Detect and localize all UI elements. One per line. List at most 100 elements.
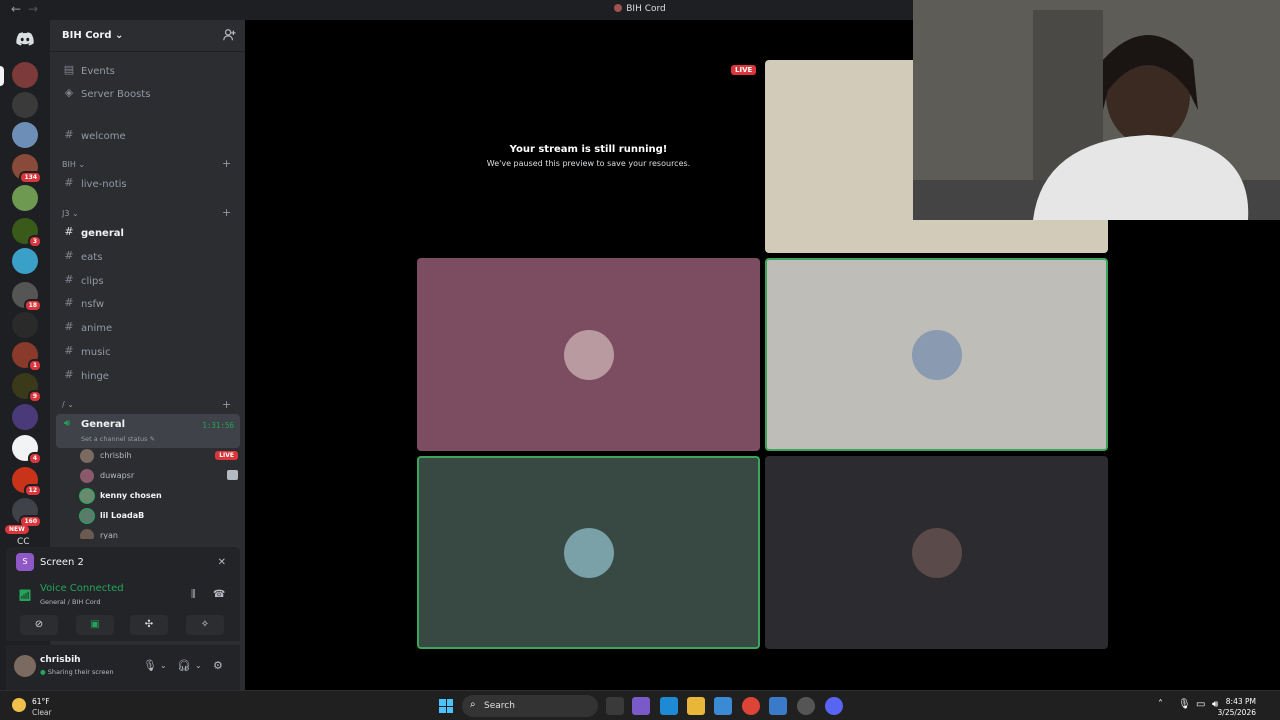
- server-icon[interactable]: 18: [12, 282, 42, 312]
- stop-streaming-button[interactable]: ▣: [76, 615, 114, 635]
- category-j3[interactable]: J3 ⌄: [62, 209, 79, 218]
- edge-icon[interactable]: [660, 697, 678, 715]
- hash-icon: #: [64, 320, 74, 333]
- copilot-icon[interactable]: [632, 697, 650, 715]
- disconnect-icon[interactable]: ☎: [213, 589, 225, 600]
- moon-icon: [12, 698, 26, 712]
- microphone-icon[interactable]: 🎙︎: [143, 659, 157, 672]
- server-icon[interactable]: [12, 248, 38, 274]
- avatar: [911, 329, 962, 380]
- calendar-icon: ▤: [63, 63, 75, 76]
- voice-user-lil-loadab[interactable]: lil LoadaB: [80, 507, 240, 525]
- server-icon[interactable]: [12, 122, 38, 148]
- category-slash[interactable]: / ⌄: [62, 400, 74, 409]
- taskbar-search[interactable]: ⌕ Search: [462, 695, 598, 717]
- screen-initial: S: [16, 553, 34, 571]
- video-tile[interactable]: [765, 456, 1108, 649]
- unread-badge: 1: [27, 359, 42, 372]
- soundboard-button[interactable]: ✧: [186, 615, 224, 635]
- server-boosts-item[interactable]: ◈ Server Boosts: [56, 84, 240, 104]
- server-icon[interactable]: 3: [12, 218, 42, 248]
- add-channel-icon[interactable]: +: [222, 398, 231, 411]
- file-explorer-icon[interactable]: [687, 697, 705, 715]
- add-channel-icon[interactable]: +: [222, 206, 231, 219]
- add-channel-icon[interactable]: +: [222, 157, 231, 170]
- noise-suppression-icon[interactable]: ⫼: [191, 589, 196, 600]
- notepad-icon[interactable]: [769, 697, 787, 715]
- channel-live-notis[interactable]: # live-notis: [56, 174, 240, 194]
- headphones-icon[interactable]: 🎧︎: [177, 659, 191, 672]
- chevron-down-icon[interactable]: ⌄: [195, 661, 202, 670]
- server-icon[interactable]: [12, 185, 38, 211]
- video-tile[interactable]: [417, 456, 760, 649]
- chevron-up-icon[interactable]: ˄: [1158, 699, 1163, 710]
- voice-user-duwapsr[interactable]: duwapsr: [80, 467, 240, 485]
- channel-general[interactable]: # general: [56, 223, 240, 243]
- video-tile[interactable]: [765, 258, 1108, 451]
- server-icon[interactable]: [12, 62, 38, 88]
- voice-user-chrisbih[interactable]: chrisbih LIVE: [80, 447, 240, 465]
- start-button[interactable]: [439, 699, 453, 713]
- pencil-icon: ✎: [149, 435, 156, 443]
- app-icon[interactable]: [797, 697, 815, 715]
- discord-home-icon[interactable]: [12, 26, 38, 52]
- voice-controls: ⊘ ▣ ✣ ✧: [6, 611, 240, 641]
- invite-people-icon[interactable]: [222, 28, 236, 42]
- live-badge: LIVE: [731, 65, 757, 75]
- channel-nsfw[interactable]: # nsfw: [56, 294, 240, 314]
- search-icon: ⌕: [470, 699, 476, 710]
- microphone-icon[interactable]: 🎙︎: [1178, 699, 1191, 710]
- avatar[interactable]: [14, 655, 36, 677]
- voice-user-kenny-chosen[interactable]: kenny chosen: [80, 487, 240, 505]
- server-header[interactable]: BIH Cord ⌄: [50, 20, 245, 52]
- unread-badge: 12: [23, 484, 42, 497]
- voice-connected-panel: 📶︎ Voice Connected General / BIH Cord ⫼ …: [6, 579, 240, 611]
- camera-off-button[interactable]: ⊘: [20, 615, 58, 635]
- webcam-person-image: [913, 0, 1280, 220]
- channel-music[interactable]: # music: [56, 342, 240, 362]
- voice-connected-title[interactable]: Voice Connected: [40, 583, 124, 594]
- video-tile[interactable]: [417, 258, 760, 451]
- close-icon[interactable]: ✕: [218, 557, 226, 568]
- screen-share-panel: S Screen 2 ✕: [6, 547, 240, 579]
- server-icon[interactable]: [12, 404, 38, 430]
- chrome-icon[interactable]: [742, 697, 760, 715]
- hash-icon: #: [64, 368, 74, 381]
- discord-icon[interactable]: [825, 697, 843, 715]
- server-icon[interactable]: 1: [12, 342, 42, 372]
- category-bih[interactable]: BIH ⌄: [62, 160, 85, 169]
- server-icon[interactable]: [12, 312, 38, 338]
- set-channel-status[interactable]: Set a channel status ✎: [81, 435, 155, 443]
- hash-icon: #: [64, 225, 74, 238]
- avatar: [563, 329, 614, 380]
- server-icon[interactable]: 9: [12, 373, 42, 403]
- settings-gear-icon[interactable]: ⚙: [213, 659, 223, 672]
- activities-button[interactable]: ✣: [130, 615, 168, 635]
- channel-clips[interactable]: # clips: [56, 271, 240, 291]
- server-icon[interactable]: 134: [12, 154, 42, 184]
- windows-taskbar: 61°F Clear ⌕ Search ˄ 🎙︎ ▭ 🔊︎ 8:43 PM 3/…: [0, 690, 1280, 720]
- server-icon[interactable]: 160: [12, 498, 42, 528]
- server-name[interactable]: BIH Cord ⌄: [62, 30, 123, 41]
- server-icon[interactable]: 4: [12, 435, 42, 465]
- events-item[interactable]: ▤ Events: [56, 61, 240, 81]
- channel-eats[interactable]: # eats: [56, 247, 240, 267]
- store-icon[interactable]: [714, 697, 732, 715]
- network-icon[interactable]: ▭: [1196, 699, 1205, 710]
- clock[interactable]: 8:43 PM 3/25/2026: [1218, 696, 1256, 718]
- server-folder-label[interactable]: CC: [17, 537, 30, 547]
- unread-badge: 18: [23, 299, 42, 312]
- task-view-icon[interactable]: [606, 697, 624, 715]
- voice-channel-general[interactable]: 🔊︎ General Set a channel status ✎ 1:31:5…: [56, 414, 240, 448]
- channel-hinge[interactable]: # hinge: [56, 366, 240, 386]
- hash-icon: #: [64, 344, 74, 357]
- unread-badge: 4: [27, 452, 42, 465]
- chevron-down-icon[interactable]: ⌄: [160, 661, 167, 670]
- signal-icon: 📶︎: [18, 589, 32, 602]
- avatar: [911, 527, 962, 578]
- server-icon[interactable]: 12: [12, 467, 42, 497]
- channel-welcome[interactable]: # welcome: [56, 126, 240, 146]
- channel-anime[interactable]: # anime: [56, 318, 240, 338]
- voice-user-ryan[interactable]: ryan: [80, 527, 240, 539]
- server-icon[interactable]: [12, 92, 38, 118]
